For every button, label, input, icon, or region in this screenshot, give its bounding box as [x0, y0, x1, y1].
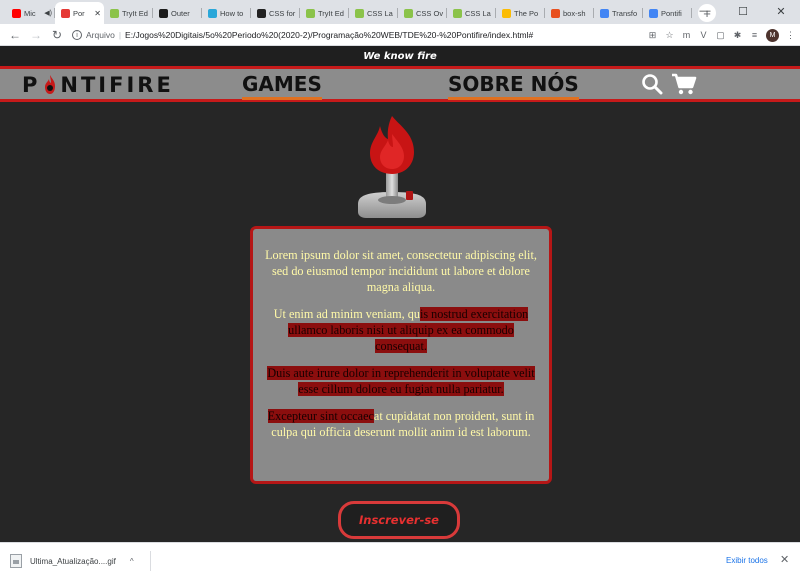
reload-button[interactable]: ↻ — [48, 26, 66, 44]
subscribe-button[interactable]: Inscrever-se — [338, 501, 460, 539]
m-extension-icon[interactable]: m — [681, 30, 692, 41]
paragraph-3-selection: Duis aute irure dolor in reprehenderit i… — [267, 366, 535, 396]
search-icon[interactable] — [641, 73, 663, 95]
browser-tab[interactable]: Pontifi — [643, 2, 692, 24]
page-viewport: We know fire P NTIFIRE GAMES SOBRE NÓS L… — [0, 46, 800, 542]
paragraph-2-text: Ut enim ad minim veniam, qu — [273, 307, 420, 321]
browser-tab[interactable]: How to — [202, 2, 251, 24]
banner-text: We know fire — [363, 50, 437, 62]
address-separator: | — [118, 30, 122, 40]
browser-tab[interactable]: CSS Ov — [398, 2, 447, 24]
tab-favicon-icon — [404, 8, 413, 18]
browser-tab[interactable]: Transfo — [594, 2, 643, 24]
address-prefix: Arquivo — [86, 30, 115, 40]
translate-icon[interactable]: ⊞ — [647, 30, 658, 41]
tab-title: Por — [73, 8, 85, 18]
tab-title: The Po — [514, 8, 539, 18]
tab-favicon-icon — [306, 8, 315, 18]
paragraph-4: Excepteur sint occaecat cupidatat non pr… — [263, 408, 539, 440]
top-banner: We know fire — [0, 46, 800, 66]
queue-icon[interactable]: ≡ — [749, 30, 760, 41]
browser-tab[interactable]: CSS La — [349, 2, 398, 24]
tab-favicon-icon — [61, 8, 70, 18]
download-bar: Ultima_Atualização....gif ^ Exibir todos… — [0, 542, 800, 578]
browser-toolbar: ← → ↻ i Arquivo | E:/Jogos%20Digitais/5o… — [0, 24, 800, 46]
tab-favicon-icon — [551, 8, 560, 18]
browser-tab[interactable]: The Po — [496, 2, 545, 24]
tab-favicon-icon — [12, 8, 21, 18]
nav-link-games[interactable]: GAMES — [242, 72, 322, 100]
maximize-button[interactable]: ☐ — [724, 0, 762, 22]
browser-tab[interactable]: TryIt Ed — [104, 2, 153, 24]
tab-favicon-icon — [649, 8, 658, 18]
close-download-bar-button[interactable]: ✕ — [780, 553, 789, 566]
star-icon[interactable]: ☆ — [664, 30, 675, 41]
paragraph-2: Ut enim ad minim veniam, quis nostrud ex… — [263, 306, 539, 354]
logo-text-left: P — [22, 73, 41, 97]
tab-favicon-icon — [502, 8, 511, 18]
tab-title: box-sh — [563, 8, 586, 18]
content-card: Lorem ipsum dolor sit amet, consectetur … — [250, 226, 552, 484]
paragraph-3: Duis aute irure dolor in reprehenderit i… — [263, 365, 539, 397]
tab-favicon-icon — [257, 8, 266, 18]
browser-tab[interactable]: Mic ◀) — [6, 2, 55, 24]
site-navbar: P NTIFIRE GAMES SOBRE NÓS — [0, 66, 800, 102]
menu-icon[interactable]: ⋮ — [785, 30, 796, 41]
tab-title: TryIt Ed — [122, 8, 148, 18]
logo-text-right: NTIFIRE — [60, 73, 174, 97]
chevron-up-icon[interactable]: ^ — [130, 557, 134, 566]
flame-joystick-icon — [358, 116, 426, 218]
tab-title: CSS La — [367, 8, 393, 18]
extension-area: ⊞ ☆ m V ▢ ✱ ≡ M ⋮ — [647, 26, 796, 44]
browser-tab[interactable]: box-sh — [545, 2, 594, 24]
tab-favicon-icon — [600, 8, 609, 18]
avatar[interactable]: M — [766, 28, 779, 42]
tab-favicon-icon — [159, 8, 168, 18]
browser-tab[interactable]: Por ✕ — [55, 2, 104, 24]
tab-title: CSS La — [465, 8, 491, 18]
site-logo[interactable]: P NTIFIRE — [22, 73, 174, 97]
browser-tab[interactable]: CSS La — [447, 2, 496, 24]
download-item[interactable]: Ultima_Atualização....gif ^ — [10, 551, 134, 571]
tab-title: CSS for — [269, 8, 296, 18]
cart-icon[interactable] — [671, 72, 697, 96]
file-icon — [10, 554, 22, 568]
browser-tab[interactable]: Outer — [153, 2, 202, 24]
tab-title: Mic — [24, 8, 36, 18]
address-url[interactable]: E:/Jogos%20Digitais/5o%20Periodo%20(2020… — [125, 30, 533, 40]
browser-tab[interactable]: CSS for — [251, 2, 300, 24]
tab-strip: Mic ◀) Por ✕ TryIt Ed Outer How to CSS for TryIt… — [0, 0, 800, 24]
subscribe-button-label: Inscrever-se — [359, 513, 439, 527]
tab-title: Outer — [171, 8, 190, 18]
show-all-downloads-link[interactable]: Exibir todos — [726, 556, 768, 565]
tab-title: CSS Ov — [416, 8, 444, 18]
v-extension-icon[interactable]: V — [698, 30, 709, 41]
paragraph-1: Lorem ipsum dolor sit amet, consectetur … — [265, 248, 537, 294]
tab-title: Pontifi — [661, 8, 682, 18]
flame-icon — [45, 75, 56, 94]
tab-title: TryIt Ed — [318, 8, 344, 18]
forward-button[interactable]: → — [27, 26, 45, 44]
tab-title: Transfo — [612, 8, 638, 18]
minimize-button[interactable]: — — [686, 0, 724, 22]
tab-close-icon[interactable]: ✕ — [94, 9, 101, 18]
divider — [150, 551, 151, 571]
puzzle-icon[interactable]: ✱ — [732, 30, 743, 41]
download-file-name[interactable]: Ultima_Atualização....gif — [30, 557, 116, 566]
info-icon[interactable]: i — [72, 30, 82, 40]
tab-title: How to — [220, 8, 244, 18]
back-button[interactable]: ← — [6, 26, 24, 44]
tab-favicon-icon — [110, 8, 119, 18]
tab-favicon-icon — [208, 8, 217, 18]
paragraph-4-selection: Excepteur sint occaec — [267, 409, 374, 423]
tab-audio-icon[interactable]: ◀) — [44, 9, 52, 17]
browser-tab[interactable]: TryIt Ed — [300, 2, 349, 24]
tab-favicon-icon — [453, 8, 462, 18]
close-window-button[interactable]: ✕ — [762, 0, 800, 22]
tab-favicon-icon — [355, 8, 364, 18]
nav-link-about[interactable]: SOBRE NÓS — [448, 72, 579, 100]
pocket-icon[interactable]: ▢ — [715, 30, 726, 41]
